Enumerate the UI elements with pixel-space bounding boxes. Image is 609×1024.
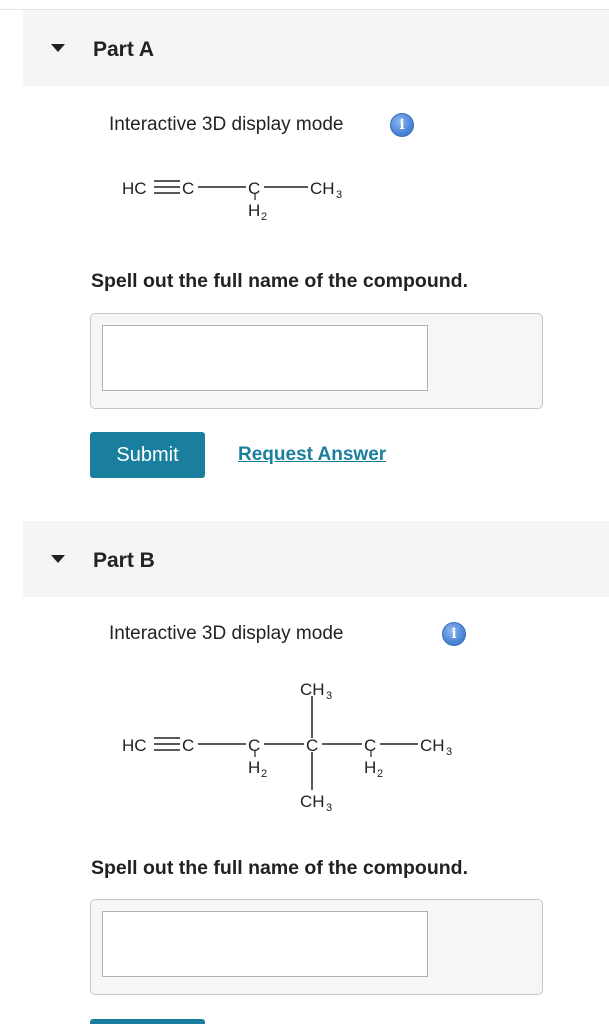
struct-a-h-sub: 2 (261, 211, 267, 223)
struct-a-c2: C (248, 179, 260, 198)
struct-b-ch-bottom: CH (300, 792, 325, 811)
info-icon-glyph: i (399, 117, 405, 133)
submit-button[interactable]: Submit (90, 432, 205, 478)
part-b-answer-container (90, 899, 543, 995)
struct-b-c1: C (182, 736, 194, 755)
struct-b-h-right-sub: 2 (377, 768, 383, 780)
part-a-display-mode-label[interactable]: Interactive 3D display mode (109, 114, 343, 136)
struct-b-ch-top-sub: 3 (326, 690, 332, 702)
struct-a-ch-sub: 3 (336, 189, 342, 201)
struct-b-hc: HC (122, 736, 147, 755)
struct-b-h-right: H (364, 758, 376, 777)
struct-a-hc: HC (122, 179, 147, 198)
struct-b-h-left: H (248, 758, 260, 777)
info-icon[interactable]: i (442, 622, 466, 646)
struct-b-h-left-sub: 2 (261, 768, 267, 780)
part-a-answer-input[interactable] (102, 325, 428, 391)
struct-b-ch-right: CH (420, 736, 445, 755)
request-answer-link[interactable]: Request Answer (238, 444, 386, 466)
struct-a-ch: CH (310, 179, 335, 198)
part-a-structure: HC C C H 2 CH 3 (122, 179, 342, 223)
info-icon[interactable]: i (390, 113, 414, 137)
part-b-answer-input[interactable] (102, 911, 428, 977)
struct-a-h: H (248, 201, 260, 220)
caret-down-icon[interactable] (51, 555, 65, 563)
part-a-title[interactable]: Part A (93, 38, 154, 62)
caret-down-icon[interactable] (51, 44, 65, 52)
struct-b-c4: C (364, 736, 376, 755)
struct-a-c1: C (182, 179, 194, 198)
part-b-submit-button-partial[interactable] (90, 1019, 205, 1024)
part-b-structure: CH 3 HC C C H 2 C C H 2 CH 3 CH 3 (122, 680, 452, 814)
struct-b-ch-bottom-sub: 3 (326, 802, 332, 814)
part-b-prompt: Spell out the full name of the compound. (91, 857, 468, 879)
struct-b-c2: C (248, 736, 260, 755)
part-b-title[interactable]: Part B (93, 549, 155, 573)
info-icon-glyph: i (451, 626, 457, 642)
part-a-prompt: Spell out the full name of the compound. (91, 270, 468, 292)
part-a-answer-container (90, 313, 543, 409)
part-b-display-mode-label[interactable]: Interactive 3D display mode (109, 623, 343, 645)
struct-b-ch-right-sub: 3 (446, 746, 452, 758)
